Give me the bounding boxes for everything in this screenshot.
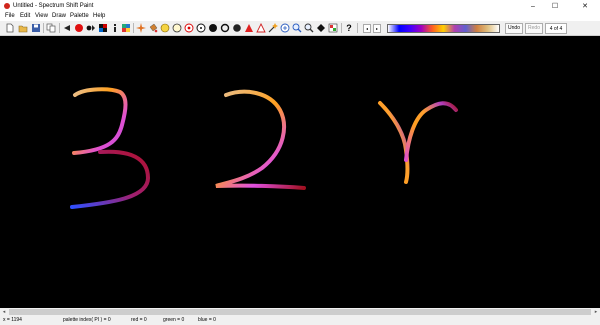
menu-help[interactable]: Help — [93, 13, 105, 20]
status-palette-index: palette index( PI ) = 0 — [63, 317, 111, 323]
status-green: green = 0 — [163, 317, 185, 323]
grid-pattern-icon[interactable] — [98, 23, 108, 33]
palette-gradient-bar[interactable] — [387, 24, 500, 33]
outline-circle-icon[interactable] — [172, 23, 182, 33]
scrollbar-thumb[interactable] — [9, 309, 591, 315]
copy-icon[interactable] — [46, 23, 56, 33]
horizontal-scrollbar[interactable]: ◂ ▸ — [0, 308, 600, 316]
red-triangle-icon[interactable] — [244, 23, 254, 33]
fill-bucket-icon[interactable] — [148, 23, 158, 33]
black-circle-outline-icon[interactable] — [196, 23, 206, 33]
red-dot-icon[interactable] — [74, 23, 84, 33]
status-blue: blue = 0 — [198, 317, 216, 323]
stroke-r-arm — [404, 101, 458, 162]
color-grid-icon[interactable] — [121, 23, 131, 33]
arrow-right-icon[interactable] — [86, 23, 96, 33]
menu-edit[interactable]: Edit — [20, 13, 30, 20]
ring-icon[interactable] — [220, 23, 230, 33]
close-button[interactable]: ✕ — [574, 0, 596, 12]
menu-draw[interactable]: Draw — [52, 13, 66, 20]
black-circle-icon[interactable] — [232, 23, 242, 33]
toolbar-separator — [133, 23, 134, 33]
canvas-drawing — [70, 87, 458, 209]
arrow-left-icon[interactable] — [62, 23, 72, 33]
palette-next-button[interactable]: ▸ — [373, 24, 381, 33]
info-icon[interactable] — [110, 23, 120, 33]
scroll-left-button[interactable]: ◂ — [0, 308, 8, 316]
stroke-two — [215, 89, 306, 190]
new-file-icon[interactable] — [5, 23, 15, 33]
menu-view[interactable]: View — [35, 13, 48, 20]
help-icon[interactable]: ? — [344, 23, 354, 33]
page-indicator: 4 of 4 — [545, 23, 567, 34]
toolbar-separator — [59, 23, 60, 33]
toolbar-separator — [43, 23, 44, 33]
diamond-icon[interactable] — [316, 23, 326, 33]
target-icon[interactable] — [184, 23, 194, 33]
redo-button[interactable]: Redo — [525, 23, 543, 34]
stroke-three-bottom — [70, 149, 151, 209]
red-triangle-outline-icon[interactable] — [256, 23, 266, 33]
yellow-circle-icon[interactable] — [160, 23, 170, 33]
save-icon[interactable] — [31, 23, 41, 33]
color-pick-icon[interactable] — [280, 23, 290, 33]
status-coords: x = 1194 — [3, 317, 22, 323]
scroll-right-button[interactable]: ▸ — [592, 308, 600, 316]
status-red: red = 0 — [131, 317, 147, 323]
toolbar-separator — [341, 23, 342, 33]
app-icon — [4, 3, 10, 9]
black-filled-circle-icon[interactable] — [208, 23, 218, 33]
zoom-icon[interactable] — [292, 23, 302, 33]
sparkle-icon[interactable] — [136, 23, 146, 33]
stroke-three-top — [72, 87, 128, 155]
status-bar: x = 1194 palette index( PI ) = 0 red = 0… — [0, 316, 600, 325]
palette-prev-button[interactable]: ◂ — [363, 24, 371, 33]
magic-wand-icon[interactable] — [268, 23, 278, 33]
open-folder-icon[interactable] — [18, 23, 28, 33]
toolbar-separator — [357, 23, 358, 33]
menu-bar: File Edit View Draw Palette Help — [0, 12, 600, 21]
menu-palette[interactable]: Palette — [70, 13, 89, 20]
toolbar: ? ◂ ▸ Undo Redo 4 of 4 — [0, 21, 600, 36]
window-title: Untitled - Spectrum Shift Paint — [13, 3, 94, 9]
zoom-out-icon[interactable] — [304, 23, 314, 33]
maximize-button[interactable]: ☐ — [544, 0, 566, 12]
title-bar: Untitled - Spectrum Shift Paint – ☐ ✕ — [0, 0, 600, 12]
menu-file[interactable]: File — [5, 13, 15, 20]
stroke-r-stem — [378, 101, 410, 184]
undo-button[interactable]: Undo — [505, 23, 523, 34]
multicolor-square-icon[interactable] — [328, 23, 338, 33]
minimize-button[interactable]: – — [522, 0, 544, 12]
drawing-canvas[interactable] — [0, 36, 600, 308]
